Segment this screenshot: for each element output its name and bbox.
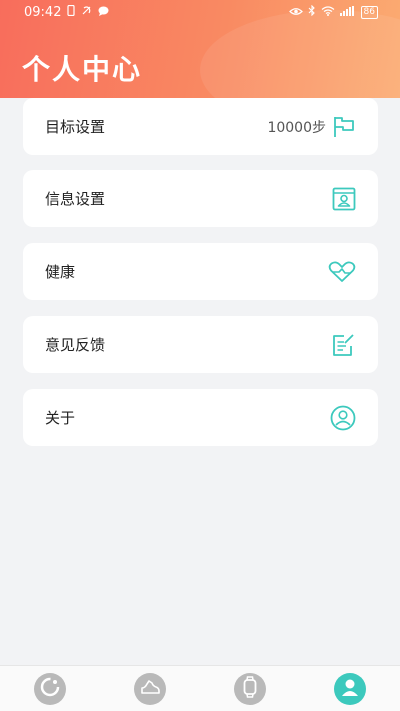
nav-tab-profile[interactable]	[334, 672, 366, 705]
eye-icon	[288, 5, 303, 20]
bottom-nav	[0, 665, 400, 711]
menu-item-label: 关于	[45, 409, 76, 427]
bluetooth-icon	[308, 4, 316, 20]
menu-item-label: 健康	[45, 263, 76, 281]
feedback-edit-icon	[332, 333, 356, 357]
menu-item-label: 信息设置	[45, 190, 106, 208]
heart-icon	[328, 260, 356, 283]
message-icon	[98, 5, 109, 20]
activity-ring-icon	[39, 676, 61, 702]
shoe-icon	[140, 679, 160, 699]
menu-item-health[interactable]: 健康	[23, 243, 378, 300]
menu-item-label: 意见反馈	[45, 336, 106, 354]
menu-item-info-settings[interactable]: 信息设置	[23, 170, 378, 227]
user-circle-icon	[330, 405, 356, 431]
nav-tab-device[interactable]	[234, 672, 266, 705]
menu-item-label: 目标设置	[45, 118, 106, 136]
phone-icon	[67, 4, 76, 20]
step-goal-value: 10000步	[267, 119, 326, 136]
battery-indicator: 86	[360, 5, 378, 19]
person-icon	[339, 676, 361, 702]
alarm-off-icon	[81, 5, 92, 20]
status-bar: 09:42 86	[0, 0, 400, 24]
header-banner: 09:42 86 个人中心	[0, 0, 400, 98]
watch-icon	[242, 675, 258, 702]
menu-item-goal-settings[interactable]: 目标设置 10000步	[23, 98, 378, 155]
flag-icon	[332, 116, 356, 138]
wifi-icon	[321, 5, 335, 20]
status-time: 09:42	[24, 4, 62, 20]
nav-tab-steps[interactable]	[134, 672, 166, 705]
menu-item-about[interactable]: 关于	[23, 389, 378, 446]
page-title: 个人中心	[22, 53, 143, 86]
nav-tab-activity[interactable]	[34, 672, 66, 705]
profile-card-icon	[332, 187, 356, 211]
signal-icon	[339, 5, 356, 20]
menu-item-feedback[interactable]: 意见反馈	[23, 316, 378, 373]
